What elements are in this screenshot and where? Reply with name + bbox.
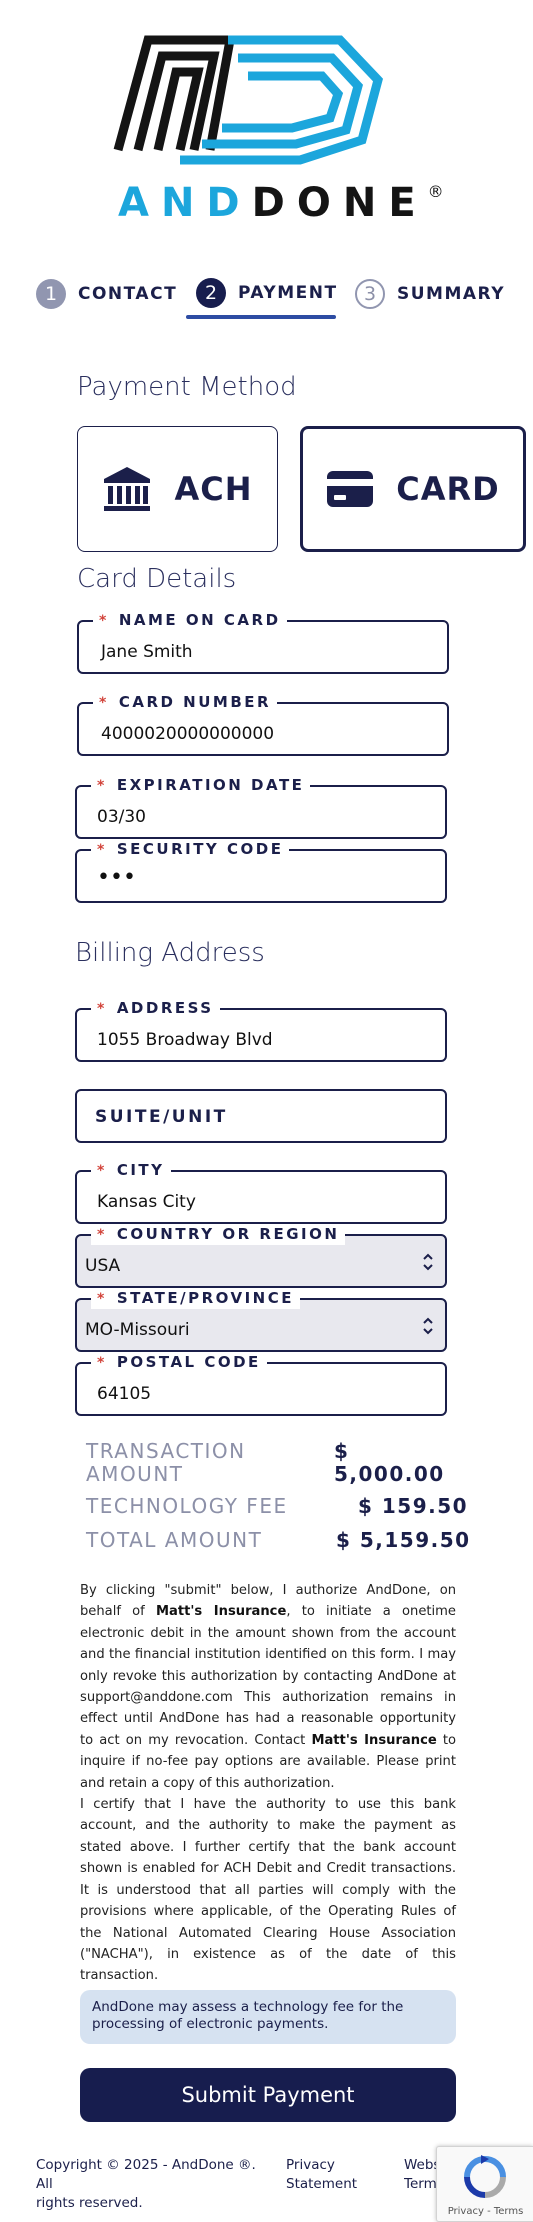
city-field[interactable]: * CITY Kansas City [75, 1160, 447, 1224]
expiration-date-field[interactable]: * EXPIRATION DATE 03/30 [75, 775, 447, 839]
step-number-2: 2 [196, 278, 226, 308]
postal-code-value: 64105 [97, 1384, 152, 1404]
country-value: USA [85, 1256, 121, 1276]
step-label-contact: CONTACT [78, 284, 178, 304]
step-summary[interactable]: 3 SUMMARY [355, 276, 505, 312]
state-select[interactable]: * STATE/PROVINCE MO-Missouri [75, 1288, 447, 1352]
recaptcha-links[interactable]: Privacy - Terms [437, 2206, 533, 2217]
security-code-field[interactable]: * SECURITY CODE ••• [75, 839, 447, 903]
required-marker: * [99, 695, 109, 711]
suite-unit-placeholder: SUITE/UNIT [95, 1107, 228, 1127]
anddone-logo [113, 35, 383, 165]
address-field[interactable]: * ADDRESS 1055 Broadway Blvd [75, 998, 447, 1062]
bank-icon [104, 467, 151, 511]
postal-code-label: * POSTAL CODE [91, 1352, 267, 1373]
required-marker: * [99, 613, 109, 629]
credit-card-icon [327, 471, 374, 507]
technology-fee-value: $ 159.50 [358, 1494, 469, 1518]
name-on-card-field[interactable]: * NAME ON CARD Jane Smith [77, 610, 449, 674]
active-step-indicator [186, 315, 336, 319]
submit-payment-button[interactable]: Submit Payment [80, 2068, 456, 2122]
recaptcha-icon [464, 2155, 506, 2198]
step-number-3: 3 [355, 279, 385, 309]
transaction-amount-value: $ 5,000.00 [334, 1439, 445, 1486]
state-label: * STATE/PROVINCE [91, 1288, 300, 1309]
card-number-field[interactable]: * CARD NUMBER 4000020000000000 [77, 692, 449, 756]
required-marker: * [97, 1291, 107, 1307]
required-marker: * [97, 1227, 107, 1243]
required-marker: * [97, 1001, 107, 1017]
step-label-payment: PAYMENT [238, 283, 338, 303]
city-label: * CITY [91, 1160, 171, 1181]
payment-method-title: Payment Method [77, 372, 297, 402]
registered-mark: ® [427, 182, 444, 201]
recaptcha-badge[interactable]: Privacy - Terms [436, 2146, 533, 2222]
name-on-card-label: * NAME ON CARD [93, 610, 287, 631]
name-on-card-value: Jane Smith [101, 642, 193, 662]
copyright-text: Copyright © 2025 - AndDone ®. All rights… [36, 2157, 256, 2211]
select-chevron-icon [423, 1253, 433, 1271]
address-label: * ADDRESS [91, 998, 220, 1019]
technology-fee-notice: AndDone may assess a technology fee for … [80, 1990, 456, 2044]
technology-fee-label: TECHNOLOGY FEE [86, 1494, 288, 1518]
step-payment[interactable]: 2 PAYMENT [196, 275, 338, 311]
card-number-value: 4000020000000000 [101, 724, 275, 744]
required-marker: * [97, 1355, 107, 1371]
state-value: MO-Missouri [85, 1320, 190, 1340]
security-code-value: ••• [97, 865, 136, 890]
card-details-title: Card Details [77, 564, 237, 594]
security-code-label: * SECURITY CODE [91, 839, 290, 860]
brand-wordmark: ANDDONE® [118, 180, 444, 230]
step-number-1: 1 [36, 279, 66, 309]
ach-label: ACH [174, 470, 253, 508]
step-contact[interactable]: 1 CONTACT [36, 276, 177, 312]
country-label: * COUNTRY OR REGION [91, 1224, 346, 1245]
required-marker: * [97, 1163, 107, 1179]
card-number-label: * CARD NUMBER [93, 692, 278, 713]
city-value: Kansas City [97, 1192, 196, 1212]
card-label: CARD [396, 470, 500, 508]
total-amount-label: TOTAL AMOUNT [86, 1528, 263, 1552]
privacy-statement-link[interactable]: Privacy Statement [286, 2156, 366, 2194]
expiration-date-label: * EXPIRATION DATE [91, 775, 311, 796]
suite-unit-field[interactable]: SUITE/UNIT [75, 1089, 447, 1143]
terms-paragraph-2: I certify that I have the authority to u… [80, 1797, 456, 1984]
transaction-amount-label: TRANSACTION AMOUNT [86, 1439, 246, 1486]
postal-code-field[interactable]: * POSTAL CODE 64105 [75, 1352, 447, 1416]
required-marker: * [97, 778, 107, 794]
address-value: 1055 Broadway Blvd [97, 1030, 273, 1050]
brand-name-part2: DONE [251, 180, 428, 226]
total-amount-value: $ 5,159.50 [336, 1528, 471, 1552]
step-label-summary: SUMMARY [397, 284, 506, 304]
authorization-terms: By clicking "submit" below, I authorize … [80, 1580, 456, 1987]
expiration-date-value: 03/30 [97, 807, 146, 827]
billing-address-title: Billing Address [75, 938, 265, 968]
card-button[interactable]: CARD [300, 426, 526, 552]
required-marker: * [97, 842, 107, 858]
ach-button[interactable]: ACH [77, 426, 278, 552]
country-select[interactable]: * COUNTRY OR REGION USA [75, 1224, 447, 1288]
brand-name-part1: AND [118, 180, 252, 226]
terms-paragraph-1: By clicking "submit" below, I authorize … [80, 1583, 456, 1791]
select-chevron-icon [423, 1317, 433, 1335]
